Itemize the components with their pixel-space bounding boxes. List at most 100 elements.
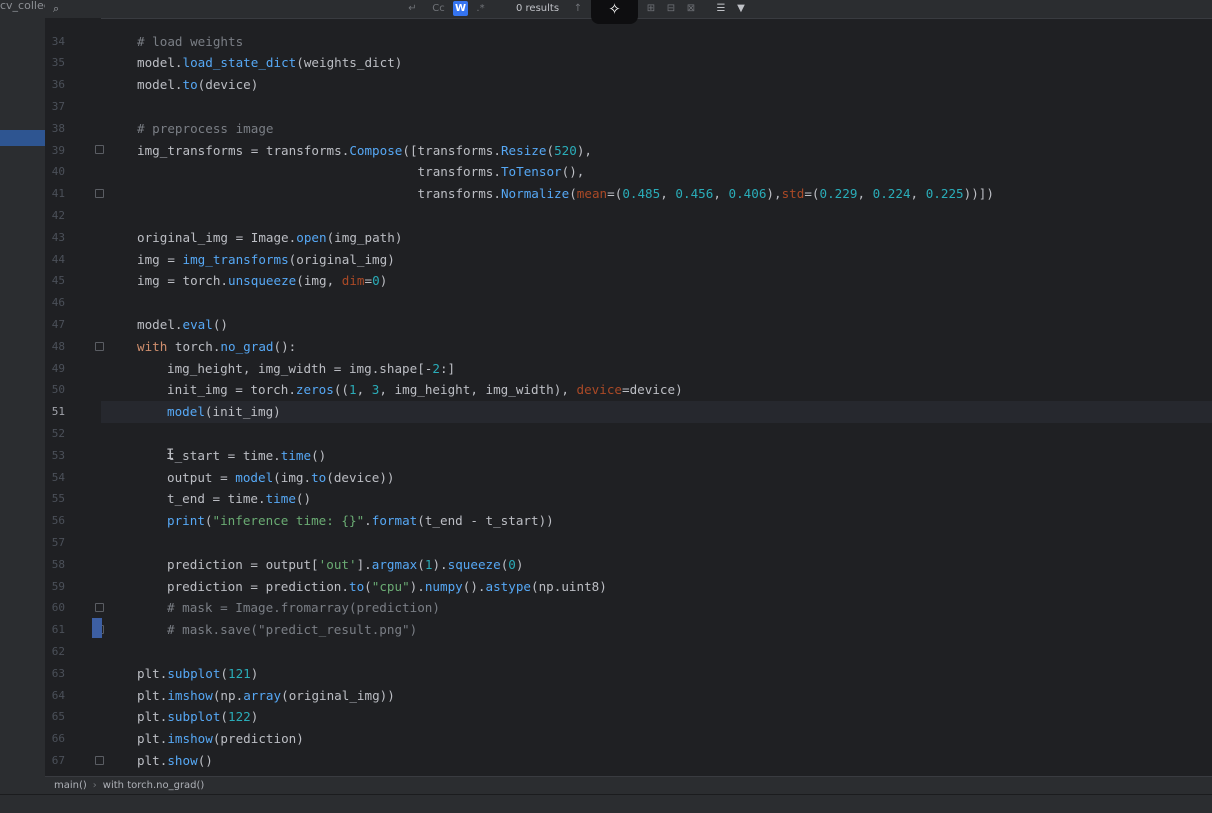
code-line[interactable]: img = torch.unsqueeze(img, dim=0) — [137, 270, 1212, 292]
line-number[interactable]: 46 — [45, 292, 65, 314]
line-number[interactable]: 64 — [45, 685, 65, 707]
code-token: 0 — [372, 273, 380, 289]
line-number[interactable]: 56 — [45, 510, 65, 532]
code-line[interactable]: img_height, img_width = img.shape[-2:] — [167, 358, 1212, 380]
regex-button[interactable]: .* — [473, 1, 488, 16]
code-line[interactable]: plt.subplot(121) — [137, 663, 1212, 685]
code-token: 2 — [432, 360, 440, 376]
breadcrumb-item[interactable]: with torch.no_grad() — [103, 780, 205, 791]
code-line[interactable]: original_img = Image.open(img_path) — [137, 227, 1212, 249]
code-line[interactable]: output = model(img.to(device)) — [167, 467, 1212, 489]
line-number[interactable]: 36 — [45, 74, 65, 96]
line-number[interactable]: 35 — [45, 52, 65, 74]
line-number[interactable]: 52 — [45, 423, 65, 445]
exclude-icon[interactable]: ⊠ — [685, 1, 697, 16]
fold-open-icon[interactable] — [95, 342, 104, 351]
code-line[interactable]: model.load_state_dict(weights_dict) — [137, 52, 1212, 74]
fold-open-icon[interactable] — [95, 603, 104, 612]
line-number[interactable]: 41 — [45, 183, 65, 205]
code-line[interactable]: model.eval() — [137, 314, 1212, 336]
code-line[interactable] — [167, 423, 1212, 445]
filter-icon[interactable]: ▼ — [735, 1, 747, 16]
line-number[interactable]: 43 — [45, 227, 65, 249]
line-number[interactable]: 60 — [45, 597, 65, 619]
line-number[interactable]: 66 — [45, 728, 65, 750]
code-token: 0.225 — [925, 186, 964, 202]
code-line[interactable]: plt.subplot(122) — [137, 706, 1212, 728]
breadcrumb-item[interactable]: main() — [54, 780, 87, 791]
line-number[interactable]: 65 — [45, 706, 65, 728]
code-line[interactable]: # mask.save("predict_result.png") — [167, 619, 1212, 641]
ai-assistant-icon[interactable]: ✧ — [591, 0, 638, 24]
fold-open-icon[interactable] — [95, 145, 104, 154]
line-number[interactable]: 48 — [45, 336, 65, 358]
code-line[interactable]: # preprocess image — [137, 118, 1212, 140]
search-icon[interactable]: ⌕ — [53, 2, 59, 16]
code-line[interactable]: t_start = time.time() — [167, 445, 1212, 467]
fold-close-icon[interactable] — [95, 756, 104, 765]
code-line[interactable]: plt.imshow(prediction) — [137, 728, 1212, 750]
code-line[interactable]: model(init_img) — [167, 401, 1212, 423]
code-line[interactable]: init_img = torch.zeros((1, 3, img_height… — [167, 379, 1212, 401]
select-all-icon[interactable]: ⊟ — [665, 1, 677, 16]
line-number[interactable]: 55 — [45, 488, 65, 510]
code-line[interactable]: with torch.no_grad(): — [137, 336, 1212, 358]
code-line[interactable]: transforms.Normalize(mean=(0.485, 0.456,… — [137, 183, 1212, 205]
code-line[interactable]: prediction = prediction.to("cpu").numpy(… — [167, 576, 1212, 598]
code-line[interactable]: print("inference time: {}".format(t_end … — [167, 510, 1212, 532]
code-line[interactable]: # load weights — [137, 31, 1212, 53]
code-line[interactable] — [137, 292, 1212, 314]
line-number[interactable]: 38 — [45, 118, 65, 140]
line-number[interactable]: 45 — [45, 270, 65, 292]
code-line[interactable]: img = img_transforms(original_img) — [137, 249, 1212, 271]
words-button[interactable]: W — [453, 1, 468, 16]
code-line[interactable] — [137, 641, 1212, 663]
prev-occurrence-icon[interactable]: ↑ — [572, 1, 584, 16]
line-number[interactable]: 53 — [45, 445, 65, 467]
code-line[interactable] — [137, 205, 1212, 227]
line-number[interactable]: 62 — [45, 641, 65, 663]
code-line[interactable]: # mask = Image.fromarray(prediction) — [167, 597, 1212, 619]
code-token: (img, — [296, 273, 342, 289]
code-token: prediction = output[ — [167, 556, 319, 572]
line-number[interactable]: 67 — [45, 750, 65, 772]
line-number[interactable]: 42 — [45, 205, 65, 227]
code-token: to — [348, 578, 365, 594]
line-number[interactable]: 57 — [45, 532, 65, 554]
add-selection-icon[interactable]: ⊞ — [645, 1, 657, 16]
code-token: format — [371, 513, 418, 529]
code-token: output = — [167, 469, 236, 485]
code-line[interactable]: model.to(device) — [137, 74, 1212, 96]
code-token: 'out' — [318, 556, 357, 572]
line-number[interactable]: 59 — [45, 576, 65, 598]
code-line[interactable]: plt.imshow(np.array(original_img)) — [137, 685, 1212, 707]
line-number[interactable]: 39 — [45, 140, 65, 162]
code-line[interactable] — [167, 532, 1212, 554]
line-number[interactable]: 63 — [45, 663, 65, 685]
line-number[interactable]: 54 — [45, 467, 65, 489]
code-line[interactable] — [137, 96, 1212, 118]
newline-icon[interactable]: ↵ — [405, 1, 420, 16]
line-number[interactable]: 34 — [45, 31, 65, 53]
code-token: dim — [341, 273, 365, 289]
code-line[interactable]: t_end = time.time() — [167, 488, 1212, 510]
project-selected-item[interactable] — [0, 130, 45, 146]
line-number[interactable]: 51 — [45, 401, 65, 423]
line-number[interactable]: 44 — [45, 249, 65, 271]
code-token: ([transforms. — [402, 142, 501, 158]
code-line[interactable]: prediction = output['out'].argmax(1).squ… — [167, 554, 1212, 576]
code-line[interactable]: img_transforms = transforms.Compose([tra… — [137, 140, 1212, 162]
line-number[interactable]: 47 — [45, 314, 65, 336]
line-number[interactable]: 58 — [45, 554, 65, 576]
fold-close-icon[interactable] — [95, 189, 104, 198]
filter-lines-icon[interactable]: ☰ — [715, 1, 727, 16]
line-number[interactable]: 37 — [45, 96, 65, 118]
code-line[interactable]: transforms.ToTensor(), — [137, 161, 1212, 183]
line-number[interactable]: 40 — [45, 161, 65, 183]
match-case-button[interactable]: Cc — [431, 1, 446, 16]
line-number[interactable]: 61 — [45, 619, 65, 641]
line-number[interactable]: 49 — [45, 358, 65, 380]
code-line[interactable]: plt.show() — [137, 750, 1212, 772]
line-number[interactable]: 50 — [45, 379, 65, 401]
bookmark-marker[interactable] — [92, 618, 102, 638]
